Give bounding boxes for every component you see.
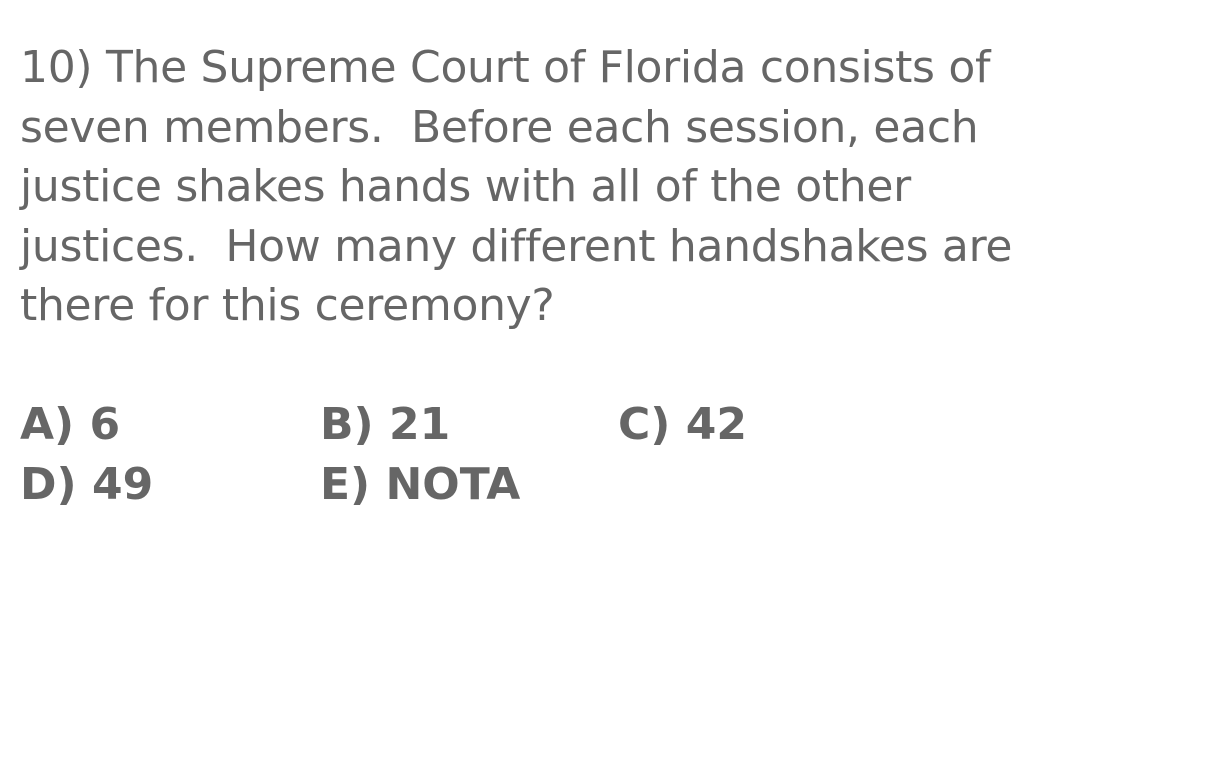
choice-a: A) 6 <box>20 399 121 450</box>
choice-b: B) 21 <box>320 399 451 450</box>
question-line-2: seven members. Before each session, each <box>20 101 979 153</box>
question-line-4: justices. How many different handshakes … <box>20 220 1013 272</box>
question-line-1: 10) The Supreme Court of Florida consist… <box>20 42 991 93</box>
choice-c: C) 42 <box>618 399 747 450</box>
question-line-5: there for this ceremony? <box>20 280 555 331</box>
question-line-3: justice shakes hands with all of the oth… <box>20 161 911 212</box>
answer-choices: A) 6 B) 21 C) 42 D) 49 E) NOTA <box>20 395 1120 515</box>
choice-e: E) NOTA <box>320 459 521 510</box>
choice-row-1: A) 6 B) 21 C) 42 <box>20 395 1120 455</box>
choice-row-2: D) 49 E) NOTA <box>20 455 1120 515</box>
question-text: 10) The Supreme Court of Florida consist… <box>20 38 1120 336</box>
choice-d: D) 49 <box>20 459 154 510</box>
question-slide: 10) The Supreme Court of Florida consist… <box>0 0 1219 766</box>
